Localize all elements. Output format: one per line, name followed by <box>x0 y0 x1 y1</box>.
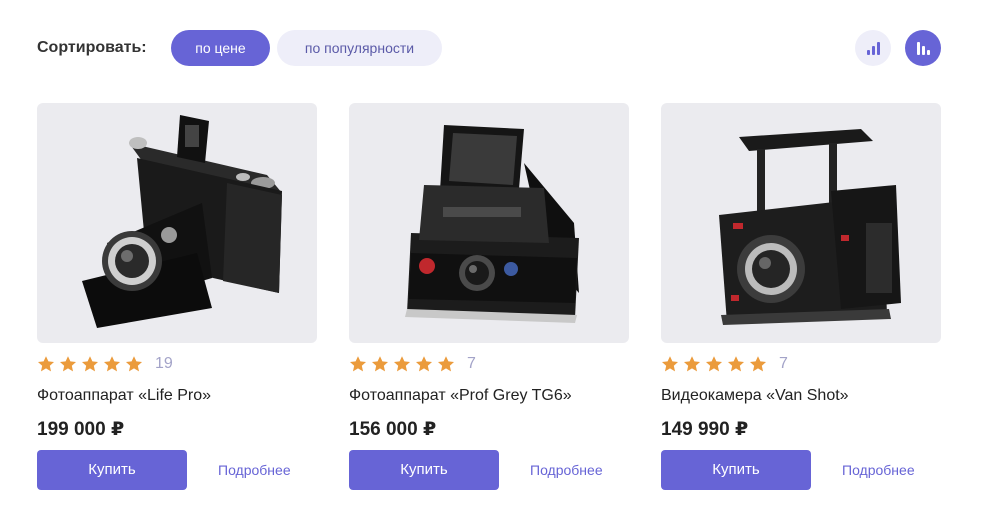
product-card: 7 Видеокамера «Van Shot» 149 990 ₽ Купит… <box>661 103 941 493</box>
product-price: 149 990 ₽ <box>661 419 749 440</box>
star-icon <box>37 356 55 372</box>
star-icon <box>683 356 701 372</box>
product-image-folding-camera[interactable] <box>37 103 317 343</box>
star-icon <box>393 356 411 372</box>
product-title[interactable]: Фотоаппарат «Prof Grey TG6» <box>349 387 572 405</box>
product-image-instant-camera[interactable] <box>349 103 629 343</box>
star-icon <box>81 356 99 372</box>
star-icon <box>661 356 679 372</box>
buy-button[interactable]: Купить <box>37 450 187 490</box>
cinema-camera-photo <box>719 129 901 325</box>
star-icon <box>705 356 723 372</box>
star-icon <box>437 356 455 372</box>
rating: 7 <box>661 353 788 375</box>
product-price: 199 000 ₽ <box>37 419 125 440</box>
star-icon <box>415 356 433 372</box>
star-icon <box>727 356 745 372</box>
star-icon <box>371 356 389 372</box>
review-count[interactable]: 7 <box>779 355 788 373</box>
product-card: 19 Фотоаппарат «Life Pro» 199 000 ₽ Купи… <box>37 103 317 493</box>
star-icon <box>349 356 367 372</box>
buy-button[interactable]: Купить <box>661 450 811 490</box>
star-icon <box>125 356 143 372</box>
rating: 7 <box>349 353 476 375</box>
bar-chart-descending-icon <box>917 42 930 55</box>
sort-by-popularity-button[interactable]: по популярности <box>277 30 442 66</box>
rating: 19 <box>37 353 173 375</box>
product-title[interactable]: Видеокамера «Van Shot» <box>661 387 849 405</box>
sort-label: Сортировать: <box>37 39 147 56</box>
details-link[interactable]: Подробнее <box>218 450 291 490</box>
sort-bar: Сортировать: по цене по популярности <box>37 30 941 66</box>
star-icon <box>749 356 767 372</box>
sort-ascending-toggle[interactable] <box>855 30 891 66</box>
details-link[interactable]: Подробнее <box>530 450 603 490</box>
details-link[interactable]: Подробнее <box>842 450 915 490</box>
sort-by-price-button[interactable]: по цене <box>171 30 270 66</box>
star-icon <box>103 356 121 372</box>
buy-button[interactable]: Купить <box>349 450 499 490</box>
product-image-cinema-camera[interactable] <box>661 103 941 343</box>
review-count[interactable]: 19 <box>155 355 173 373</box>
review-count[interactable]: 7 <box>467 355 476 373</box>
product-price: 156 000 ₽ <box>349 419 437 440</box>
star-icon <box>59 356 77 372</box>
folding-camera-photo <box>82 115 282 328</box>
product-card: 7 Фотоаппарат «Prof Grey TG6» 156 000 ₽ … <box>349 103 629 493</box>
product-title[interactable]: Фотоаппарат «Life Pro» <box>37 387 211 405</box>
instant-camera-photo <box>405 125 579 323</box>
bar-chart-ascending-icon <box>867 42 880 55</box>
sort-descending-toggle[interactable] <box>905 30 941 66</box>
